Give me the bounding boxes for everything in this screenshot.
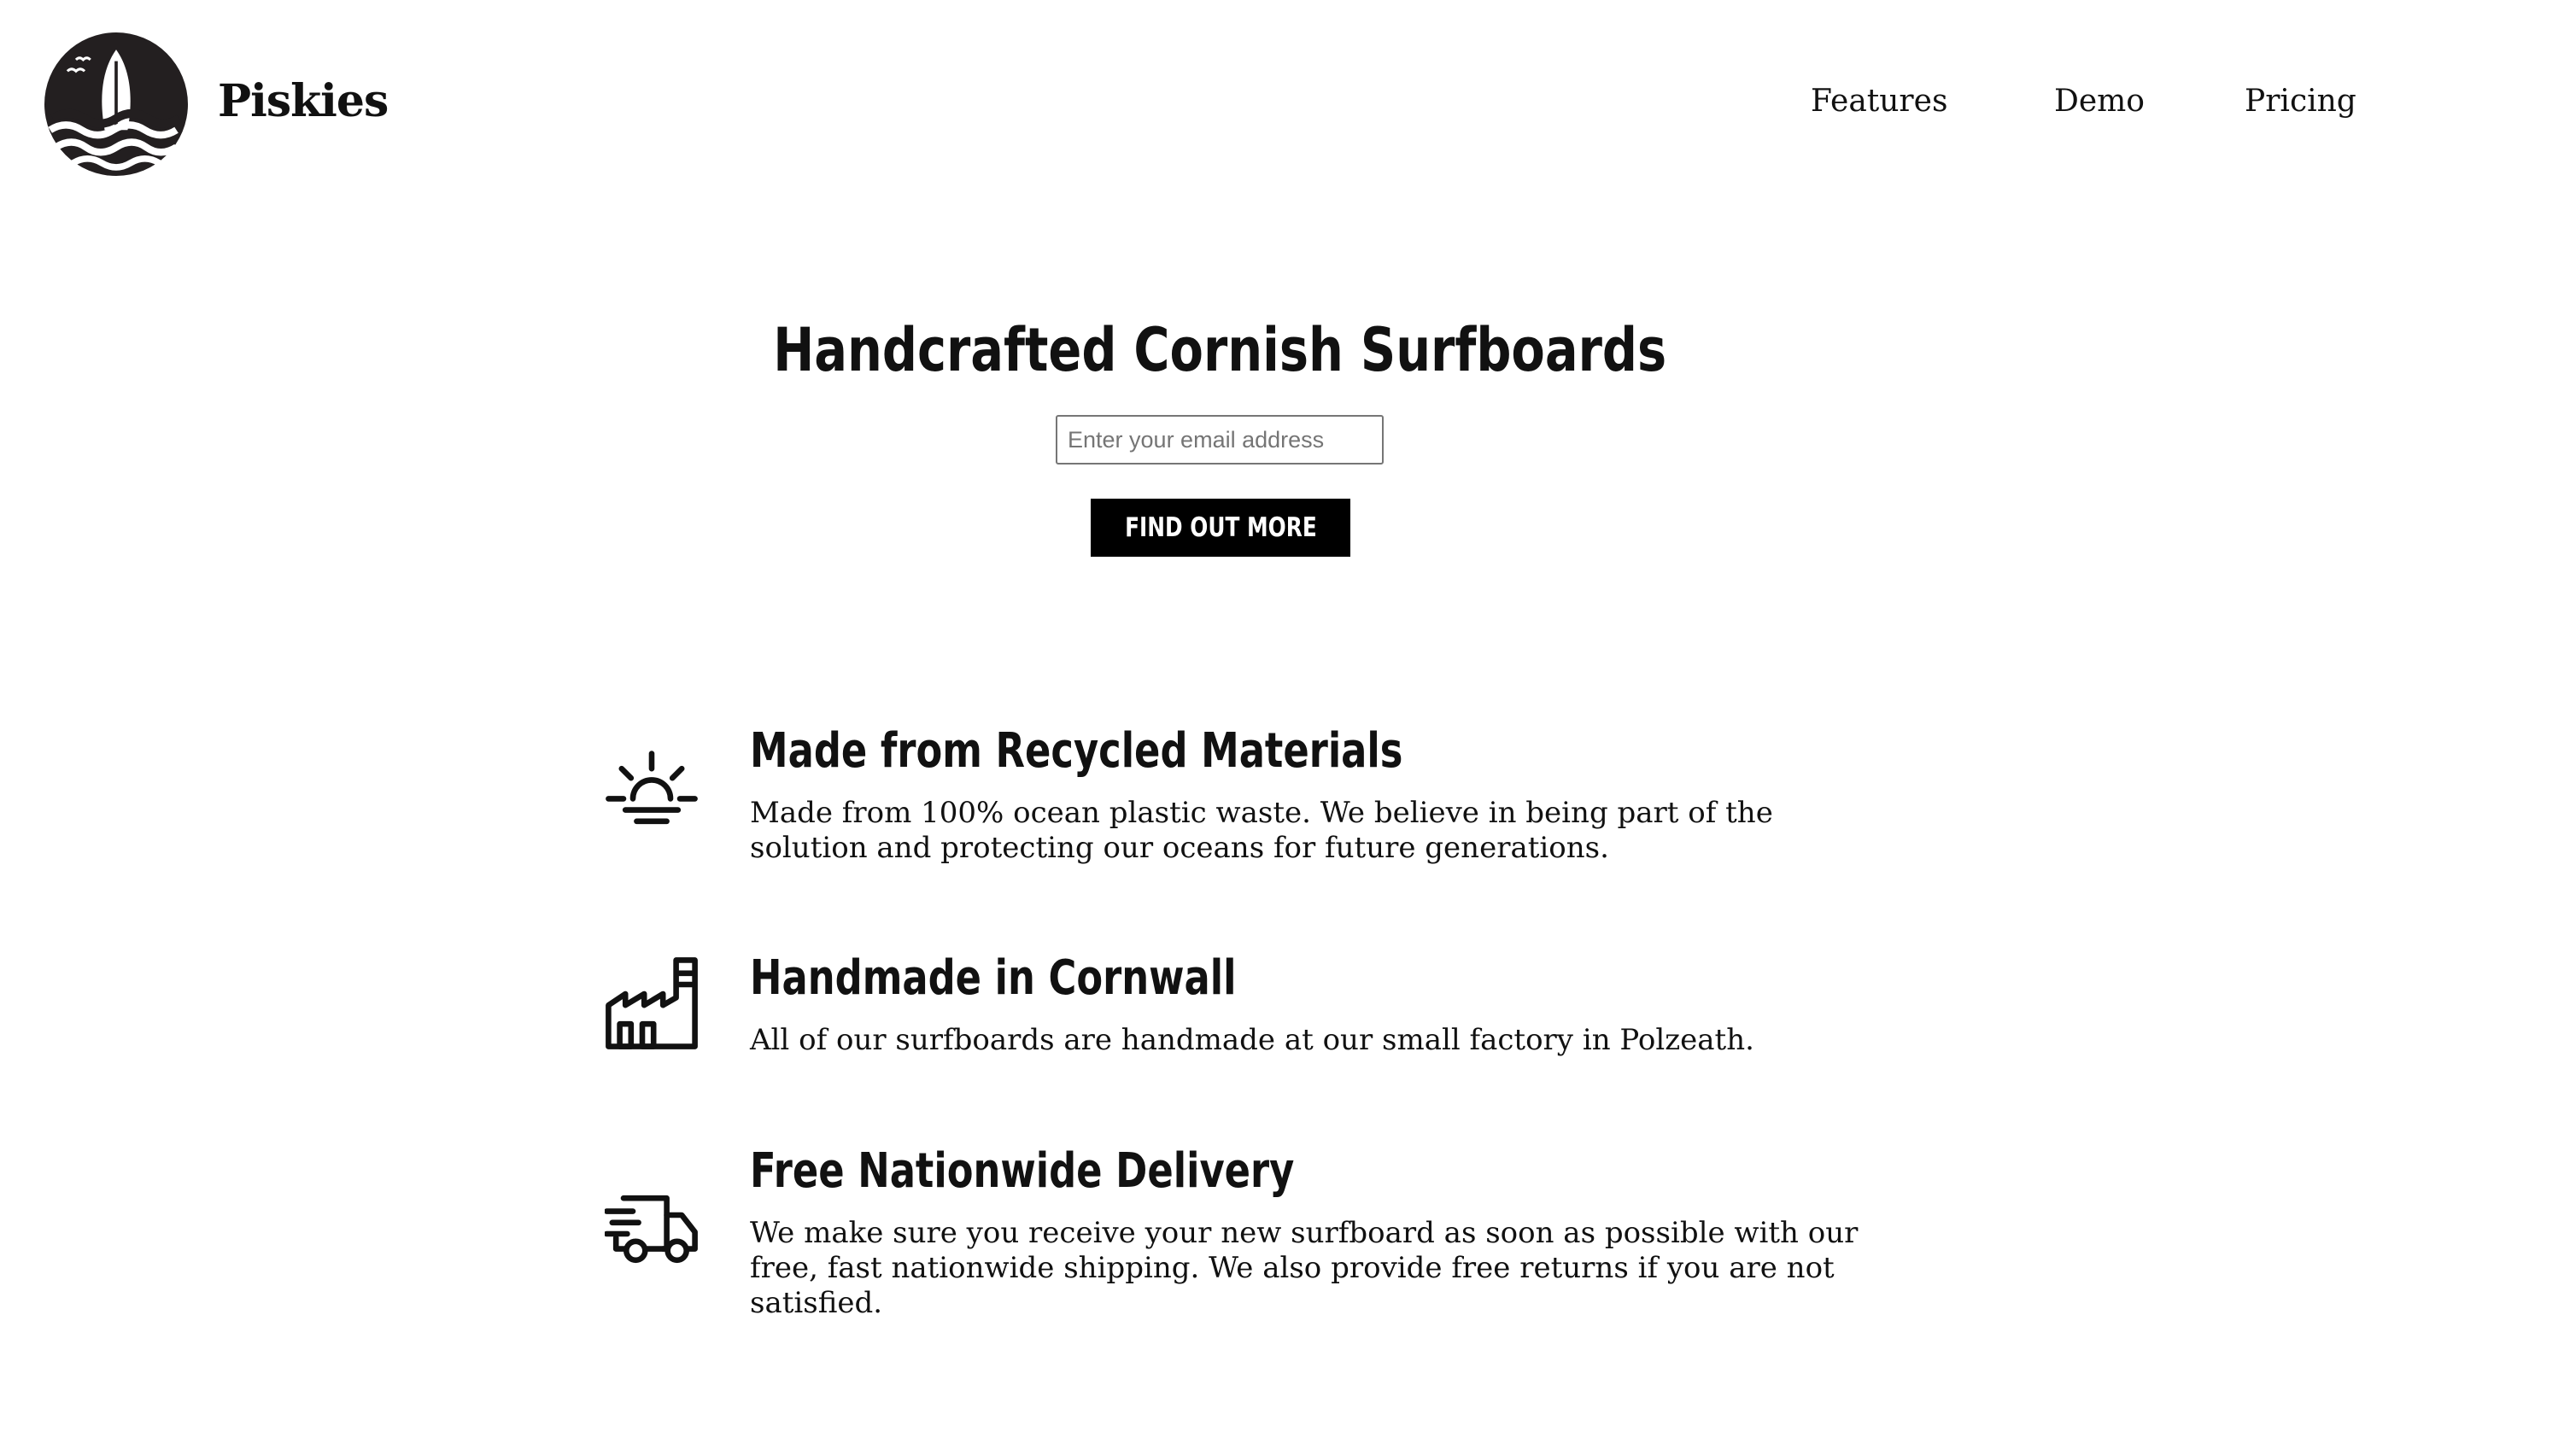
email-input[interactable] [1056, 415, 1384, 465]
nav-link-demo[interactable]: Demo [2054, 79, 2145, 125]
feature-text: All of our surfboards are handmade at ou… [750, 1023, 1754, 1057]
nav-link-pricing[interactable]: Pricing [2245, 79, 2356, 125]
feature-title: Made from Recycled Materials [750, 723, 1403, 779]
factory-icon [605, 956, 699, 1050]
nav-link-features[interactable]: Features [1811, 79, 1947, 125]
feature-text: We make sure you receive your new surfbo… [750, 1216, 1859, 1320]
feature-text: Made from 100% ocean plastic waste. We b… [750, 796, 1773, 865]
brand-name: Piskies [218, 75, 389, 127]
hero-title: Handcrafted Cornish Surfboards [773, 315, 1667, 385]
delivery-truck-icon [605, 1187, 699, 1281]
surfboard-logo-icon [44, 32, 188, 176]
logo-link[interactable] [44, 32, 188, 176]
find-out-more-button[interactable]: FIND OUT MORE [1091, 499, 1350, 557]
site-header: Piskies Features Demo Pricing [0, 0, 2576, 205]
sunrise-icon [605, 748, 699, 842]
feature-title: Free Nationwide Delivery [750, 1143, 1295, 1199]
find-out-more-label: FIND OUT MORE [1124, 512, 1317, 543]
feature-title: Handmade in Cornwall [750, 950, 1237, 1006]
